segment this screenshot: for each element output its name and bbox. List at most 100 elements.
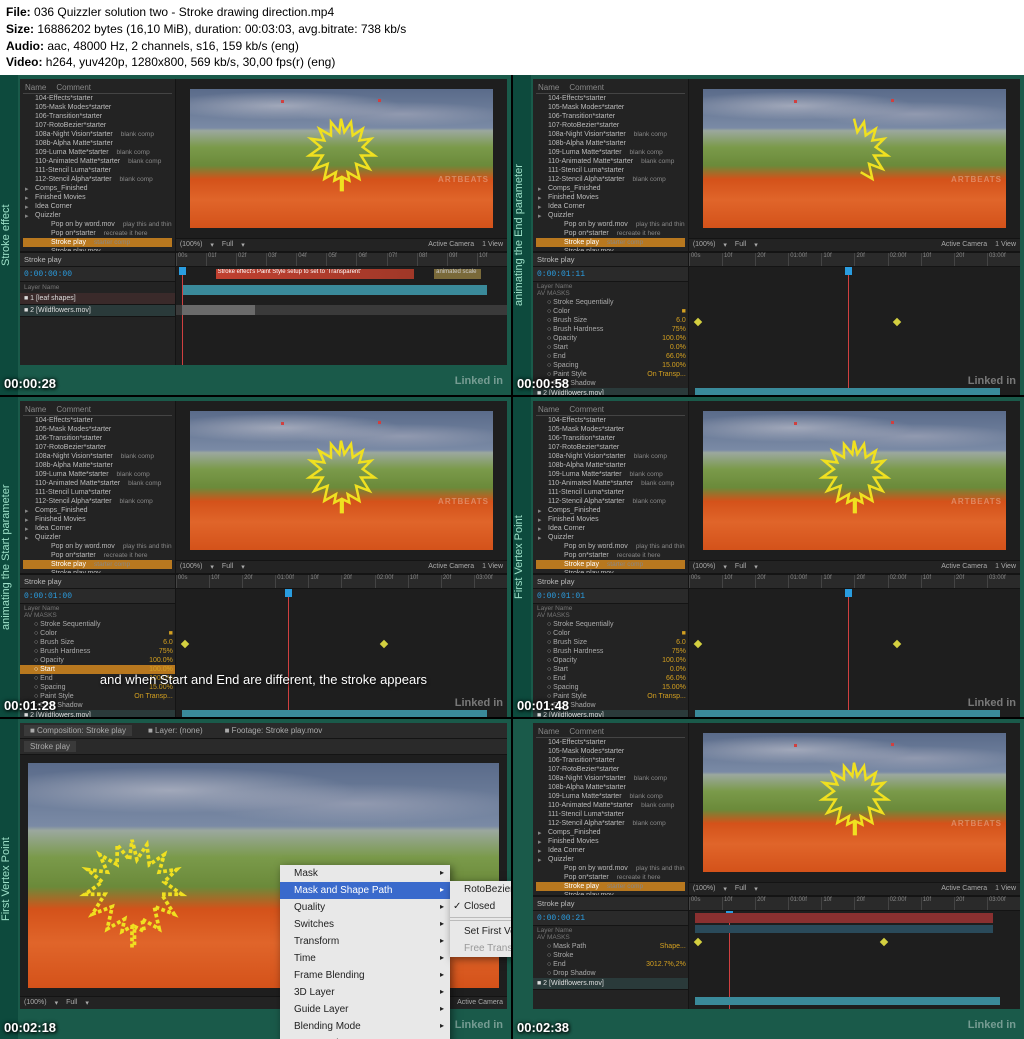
project-item[interactable]: 108a-Night Vision*starterblank comp: [23, 452, 172, 461]
timeline-layers[interactable]: Stroke play 0:00:00:21Layer NameAV MASKS…: [533, 897, 689, 1009]
project-item[interactable]: 111-Stencil Luma*starter: [23, 166, 172, 175]
timeline-tracks[interactable]: 00s10f20f01:00f10f20f02:00f10f20f03:00f: [689, 897, 1020, 1009]
project-item[interactable]: Stroke play.mov: [536, 891, 685, 895]
menu-item[interactable]: Transform: [280, 933, 450, 950]
effect-property[interactable]: ○ Brush Hardness75%: [20, 647, 175, 656]
time-ruler[interactable]: 00s10f20f01:00f10f20f02:00f10f20f03:00f: [689, 253, 1020, 267]
context-menu[interactable]: MaskMask and Shape PathQualitySwitchesTr…: [280, 865, 450, 1039]
project-item[interactable]: Idea Corner: [23, 524, 172, 533]
timeline-panel[interactable]: Stroke play 0:00:01:00Layer NameAV MASKS…: [20, 573, 507, 717]
layer-bar[interactable]: [695, 913, 993, 923]
project-item[interactable]: Stroke playstarter comp: [23, 560, 172, 569]
project-item[interactable]: Quizzler: [536, 533, 685, 542]
project-item[interactable]: Quizzler: [536, 855, 685, 864]
project-panel[interactable]: NameComment104-Effects*starter105-Mask M…: [533, 401, 689, 573]
project-item[interactable]: 106-Transition*starter: [536, 112, 685, 121]
timeline-layers[interactable]: Stroke play 0:00:01:00Layer NameAV MASKS…: [20, 575, 176, 717]
menu-item[interactable]: Switches: [280, 916, 450, 933]
project-item[interactable]: 104-Effects*starter: [23, 416, 172, 425]
project-item[interactable]: 108b-Alpha Matte*starter: [536, 139, 685, 148]
project-item[interactable]: Finished Movies: [536, 515, 685, 524]
layer-bar[interactable]: [695, 997, 1000, 1005]
project-item[interactable]: 104-Effects*starter: [23, 94, 172, 103]
project-item[interactable]: 108b-Alpha Matte*starter: [23, 461, 172, 470]
comp-viewer[interactable]: ARTBEATS (100%)▾Full▾ Active Camera1 Vie…: [689, 723, 1020, 895]
effect-property[interactable]: ○ Opacity100.0%: [20, 656, 175, 665]
project-item[interactable]: 105-Mask Modes*starter: [536, 747, 685, 756]
project-item[interactable]: 104-Effects*starter: [536, 738, 685, 747]
effect-property[interactable]: ○ End100.0%: [20, 674, 175, 683]
timecode[interactable]: 0:00:00:00: [24, 270, 72, 279]
effects-bar[interactable]: Stroke effect's Paint Style setup to set…: [216, 269, 415, 279]
effect-property[interactable]: ○ Opacity100.0%: [533, 656, 688, 665]
project-item[interactable]: Pop on*starterrecreate it here: [536, 229, 685, 238]
timecode[interactable]: 0:00:01:01: [537, 592, 585, 601]
project-item[interactable]: Comps_Finished: [536, 828, 685, 837]
project-item[interactable]: 109-Luma Matte*starterblank comp: [23, 148, 172, 157]
project-item[interactable]: Pop on by word.movplay this and think!: [536, 220, 685, 229]
effect-property[interactable]: ○ Drop Shadow: [533, 969, 688, 978]
project-item[interactable]: Comps_Finished: [23, 184, 172, 193]
timeline-tracks[interactable]: 00s10f20f01:00f10f20f02:00f10f20f03:00f: [176, 575, 507, 717]
menu-item[interactable]: Set First Vertex: [450, 923, 511, 940]
effect-property[interactable]: ○ Start0.0%: [533, 665, 688, 674]
project-item[interactable]: Finished Movies: [23, 193, 172, 202]
project-item[interactable]: 109-Luma Matte*starterblank comp: [536, 792, 685, 801]
project-item[interactable]: 107-RotoBezier*starter: [536, 765, 685, 774]
comp-viewer[interactable]: ARTBEATS (100%)▾Full▾ Active Camera1 Vie…: [176, 401, 507, 573]
project-item[interactable]: 106-Transition*starter: [23, 112, 172, 121]
viewer-controls[interactable]: (100%)▾Full▾ Active Camera1 View: [689, 238, 1020, 251]
project-item[interactable]: Pop on by word.movplay this and think!: [23, 542, 172, 551]
project-item[interactable]: Quizzler: [536, 211, 685, 220]
menu-item[interactable]: Blending Mode: [280, 1018, 450, 1035]
project-panel[interactable]: NameComment104-Effects*starter105-Mask M…: [20, 79, 176, 251]
timeline-panel[interactable]: Stroke play 0:00:01:11Layer NameAV MASKS…: [533, 251, 1020, 395]
project-item[interactable]: 110-Animated Matte*starterblank comp: [536, 479, 685, 488]
project-item[interactable]: 105-Mask Modes*starter: [23, 425, 172, 434]
project-item[interactable]: Stroke playstarter comp: [536, 560, 685, 569]
project-item[interactable]: 112-Stencil Alpha*starterblank comp: [536, 497, 685, 506]
project-item[interactable]: 109-Luma Matte*starterblank comp: [536, 470, 685, 479]
work-area[interactable]: [182, 305, 255, 315]
project-item[interactable]: Comps_Finished: [536, 506, 685, 515]
project-item[interactable]: Idea Corner: [536, 202, 685, 211]
effect-property[interactable]: ○ Stroke Sequentially: [533, 298, 688, 307]
project-item[interactable]: 112-Stencil Alpha*starterblank comp: [536, 819, 685, 828]
comp-tab[interactable]: Stroke play: [24, 741, 76, 752]
effect-property[interactable]: ○ Start0.0%: [533, 343, 688, 352]
context-submenu[interactable]: RotoBezierClosedSet First VertexFree Tra…: [450, 881, 511, 957]
keyframe-icon[interactable]: [893, 318, 901, 326]
project-item[interactable]: Stroke play.mov: [536, 247, 685, 251]
project-item[interactable]: 108b-Alpha Matte*starter: [536, 461, 685, 470]
time-ruler[interactable]: 00s01f02f03f04f05f06f07f08f09f10f: [176, 253, 507, 267]
timeline-tracks[interactable]: 00s10f20f01:00f10f20f02:00f10f20f03:00f: [689, 253, 1020, 395]
effect-property[interactable]: ○ Spacing15.00%: [20, 683, 175, 692]
project-item[interactable]: 106-Transition*starter: [23, 434, 172, 443]
layer-bar[interactable]: [182, 285, 487, 295]
project-item[interactable]: 110-Animated Matte*starterblank comp: [536, 157, 685, 166]
effect-property[interactable]: ○ Spacing15.00%: [533, 683, 688, 692]
project-item[interactable]: Quizzler: [23, 533, 172, 542]
viewer-controls[interactable]: (100%)▾Full▾ Active Camera1 View: [689, 882, 1020, 895]
project-item[interactable]: Stroke play.mov: [23, 247, 172, 251]
project-item[interactable]: 108a-Night Vision*starterblank comp: [23, 130, 172, 139]
project-item[interactable]: 107-RotoBezier*starter: [23, 121, 172, 130]
project-item[interactable]: Comps_Finished: [23, 506, 172, 515]
menu-item[interactable]: Frame Blending: [280, 967, 450, 984]
keyframe-icon[interactable]: [694, 318, 702, 326]
project-item[interactable]: 105-Mask Modes*starter: [23, 103, 172, 112]
layer-bar[interactable]: [695, 710, 1000, 717]
project-panel[interactable]: NameComment104-Effects*starter105-Mask M…: [533, 79, 689, 251]
project-item[interactable]: Finished Movies: [23, 515, 172, 524]
keyframe-icon[interactable]: [181, 640, 189, 648]
menu-item[interactable]: Mask: [280, 865, 450, 882]
effect-property[interactable]: ○ Brush Size6.0: [533, 638, 688, 647]
keyframe-icon[interactable]: [893, 640, 901, 648]
tab[interactable]: ■ Composition: Stroke play: [24, 725, 132, 736]
project-item[interactable]: 111-Stencil Luma*starter: [536, 166, 685, 175]
project-item[interactable]: 110-Animated Matte*starterblank comp: [23, 479, 172, 488]
keyframe-icon[interactable]: [694, 938, 702, 946]
menu-item[interactable]: RotoBezier: [450, 881, 511, 898]
project-item[interactable]: 108a-Night Vision*starterblank comp: [536, 452, 685, 461]
effect-property[interactable]: ○ End3012.7%,2%: [533, 960, 688, 969]
